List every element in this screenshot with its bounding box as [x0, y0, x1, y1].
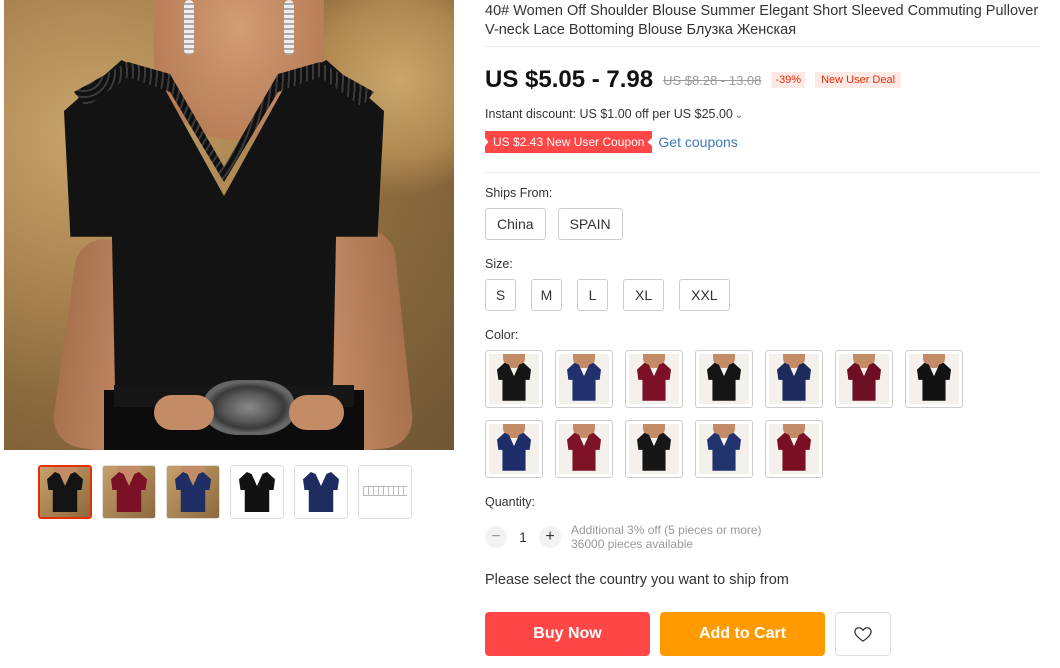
size-label: Size:: [485, 257, 513, 271]
thumbnail-navy-lace[interactable]: [166, 465, 220, 519]
size-option-xl[interactable]: XL: [623, 279, 665, 311]
size-option-xxl[interactable]: XXL: [679, 279, 730, 311]
color-swatches: [485, 350, 985, 478]
model-hand-left: [154, 395, 214, 430]
stock-available: 36000 pieces available: [571, 537, 694, 551]
color-swatch[interactable]: [485, 420, 543, 478]
color-swatch[interactable]: [625, 350, 683, 408]
divider: [485, 172, 1040, 173]
divider: [485, 46, 1040, 47]
discount-badge: -39%: [771, 72, 806, 88]
quantity-plus-button[interactable]: +: [539, 526, 561, 548]
price-range: US $5.05 - 7.98: [485, 66, 654, 93]
heart-icon: [854, 627, 872, 642]
get-coupons-link[interactable]: Get coupons: [658, 134, 737, 150]
quantity-value[interactable]: 1: [507, 529, 539, 545]
new-user-deal-badge: New User Deal: [815, 72, 902, 88]
ships-from-options: China SPAIN: [485, 208, 623, 240]
main-product-image[interactable]: [4, 0, 454, 450]
thumbnail-navy-flat[interactable]: [294, 465, 348, 519]
new-user-coupon[interactable]: US $2.43 New User Coupon: [485, 131, 653, 153]
size-option-l[interactable]: L: [577, 279, 608, 311]
blouse-shape: [239, 472, 275, 512]
color-label: Color:: [485, 328, 519, 342]
thumbnail-size-chart[interactable]: [358, 465, 412, 519]
chevron-down-icon: ⌄: [734, 110, 744, 121]
instant-discount[interactable]: Instant discount: US $1.00 off per US $2…: [485, 107, 743, 121]
size-options: S M L XL XXL: [485, 279, 730, 311]
earring-left: [184, 0, 194, 55]
price-row: US $5.05 - 7.98 US $8.28 - 13.08 -39% Ne…: [485, 66, 902, 94]
quantity-label: Quantity:: [485, 495, 536, 509]
earring-right: [284, 0, 294, 55]
color-swatch[interactable]: [765, 350, 823, 408]
quantity-minus-button[interactable]: −: [485, 526, 507, 548]
buy-now-button[interactable]: Buy Now: [485, 612, 650, 656]
color-swatch[interactable]: [765, 420, 823, 478]
color-swatch[interactable]: [555, 420, 613, 478]
color-swatch[interactable]: [835, 350, 893, 408]
ships-from-option-spain[interactable]: SPAIN: [557, 208, 623, 240]
quantity-stepper: − 1 + Additional 3% off (5 pieces or mor…: [485, 523, 762, 551]
belt-buckle: [204, 380, 294, 435]
product-title: 40# Women Off Shoulder Blouse Summer Ele…: [485, 3, 1039, 38]
color-swatch[interactable]: [905, 350, 963, 408]
product-page: 40# Women Off Shoulder Blouse Summer Ele…: [0, 0, 1060, 668]
wishlist-button[interactable]: [835, 612, 891, 656]
color-swatch[interactable]: [625, 420, 683, 478]
thumbnail-black-flat[interactable]: [230, 465, 284, 519]
color-swatch[interactable]: [555, 350, 613, 408]
blouse-shape: [303, 472, 339, 512]
ships-from-label: Ships From:: [485, 186, 553, 200]
quantity-info: Additional 3% off (5 pieces or more) 360…: [571, 523, 762, 551]
color-swatch[interactable]: [695, 350, 753, 408]
coupon-row: US $2.43 New User Coupon Get coupons: [485, 131, 738, 153]
thumbnail-black-lace[interactable]: [38, 465, 92, 519]
bulk-discount-note: Additional 3% off (5 pieces or more): [571, 523, 762, 537]
instant-discount-text: Instant discount: US $1.00 off per US $2…: [485, 107, 733, 121]
size-chart-image: [363, 486, 407, 496]
thumbnail-wine-lace[interactable]: [102, 465, 156, 519]
ships-from-option-china[interactable]: China: [485, 208, 546, 240]
color-swatch[interactable]: [485, 350, 543, 408]
size-option-s[interactable]: S: [485, 279, 516, 311]
thumbnail-strip: [38, 465, 412, 519]
model-hand-right: [289, 395, 344, 430]
original-price: US $8.28 - 13.08: [663, 72, 762, 88]
ship-country-message: Please select the country you want to sh…: [485, 572, 789, 588]
add-to-cart-button[interactable]: Add to Cart: [660, 612, 825, 656]
size-option-m[interactable]: M: [531, 279, 562, 311]
color-swatch[interactable]: [695, 420, 753, 478]
